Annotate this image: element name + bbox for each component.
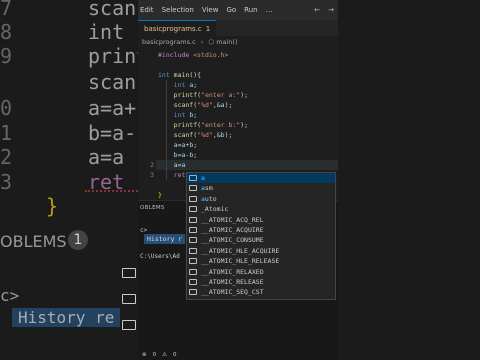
bg-history-pill: History re: [12, 308, 121, 327]
error-count: 0: [152, 352, 157, 358]
keyword-icon: [189, 206, 197, 213]
line-number: 2: [150, 161, 154, 169]
suggestion-label: __ATOMIC_HLE_RELEASE: [201, 257, 280, 266]
menu-bar: Edit Selection View Go Run … ← →: [138, 0, 338, 20]
terminal-icon[interactable]: [122, 320, 136, 330]
suggestion-item[interactable]: auto: [187, 194, 335, 204]
suggestion-item[interactable]: __ATOMIC_CONSUME: [187, 235, 335, 245]
tab-label: basicprograms.c: [144, 25, 202, 33]
code-line: b=a-b;: [173, 151, 198, 159]
variable-icon: [189, 175, 197, 181]
bg-problems-badge: 1: [68, 230, 88, 250]
code-line: a=a+b;: [173, 141, 198, 149]
constant-icon: [189, 237, 197, 244]
editor-tabs: basicprograms.c 1: [138, 20, 338, 36]
breadcrumb-symbol[interactable]: main(): [216, 38, 237, 46]
code-line: scanf("%d",&a);: [173, 101, 233, 109]
warning-icon[interactable]: ⚠: [162, 352, 167, 358]
terminal-path: C:\Users\Ad: [140, 253, 180, 260]
suggestion-label: __ATOMIC_HLE_ACQUIRE: [201, 246, 280, 255]
error-icon[interactable]: ⊗: [142, 352, 147, 358]
suggestion-item[interactable]: __ATOMIC_SEQ_CST: [187, 287, 335, 297]
constant-icon: [189, 289, 197, 296]
terminal-icon[interactable]: [122, 294, 136, 304]
line-number: 3: [150, 171, 154, 179]
suggestion-label: __ATOMIC_ACQUIRE: [201, 225, 264, 234]
constant-icon: [189, 247, 197, 254]
suggestion-item[interactable]: __ATOMIC_HLE_RELEASE: [187, 256, 335, 266]
warning-count: 0: [173, 352, 177, 358]
suggestion-label: __ATOMIC_CONSUME: [201, 236, 264, 245]
menu-selection[interactable]: Selection: [162, 6, 194, 14]
suggestion-item[interactable]: __ATOMIC_HLE_ACQUIRE: [187, 246, 335, 256]
tab-basicprograms[interactable]: basicprograms.c 1: [138, 20, 217, 36]
bg-line-number: 7: [0, 0, 13, 20]
bg-code-line: a=a: [88, 145, 125, 169]
history-button[interactable]: History r: [144, 234, 186, 244]
suggestion-item[interactable]: __ATOMIC_ACQUIRE: [187, 225, 335, 235]
code-line: int b;: [173, 111, 198, 119]
constant-icon: [189, 278, 197, 285]
code-line: }: [158, 191, 162, 199]
forward-arrow-icon[interactable]: →: [328, 6, 334, 14]
bg-line-number: 9: [0, 44, 13, 68]
code-line: #include <stdio.h>: [158, 51, 229, 59]
bg-code-line: }: [46, 194, 59, 218]
constant-icon: [189, 268, 197, 275]
constant-icon: [189, 216, 197, 223]
suggestion-item[interactable]: _Atomic: [187, 204, 335, 214]
status-bar: ⊗ 0 ⚠ 0: [138, 350, 338, 360]
bg-problems-label: OBLEMS: [0, 232, 67, 251]
bg-line-number: 2: [0, 145, 13, 169]
bg-line-number: 0: [0, 96, 13, 120]
code-line: a=a: [173, 161, 186, 169]
suggestion-item[interactable]: __ATOMIC_ACQ_REL: [187, 215, 335, 225]
code-line: scanf("%d",&b);: [173, 131, 233, 139]
bg-line-number: 8: [0, 20, 13, 44]
bg-terminal-prompt: c>: [0, 286, 20, 305]
suggestion-label: uto: [204, 194, 217, 203]
constant-icon: [189, 258, 197, 265]
keyword-icon: [189, 185, 197, 192]
keyword-icon: [189, 195, 197, 202]
nav-arrows: ← →: [314, 6, 338, 14]
suggestion-label: sm: [204, 184, 213, 193]
suggestion-label: __ATOMIC_SEQ_CST: [201, 288, 264, 297]
menu-run[interactable]: Run: [244, 6, 257, 14]
suggestion-label: __ATOMIC_ACQ_REL: [201, 215, 264, 224]
bg-line-number: 1: [0, 121, 13, 145]
code-line: printf("enter a:");: [173, 91, 249, 99]
code-line: int main(){: [158, 71, 202, 79]
suggestion-label: __ATOMIC_RELAXED: [201, 267, 264, 276]
code-line: int a;: [173, 81, 198, 89]
menu-edit[interactable]: Edit: [140, 6, 154, 14]
menu-view[interactable]: View: [202, 6, 219, 14]
suggestion-match: a: [201, 174, 205, 182]
suggestion-widget: a asm auto _Atomic __ATOMIC_ACQ_REL __ATOMIC_…: [186, 172, 336, 300]
suggestion-item[interactable]: a: [187, 173, 335, 184]
code-line: printf("enter b:");: [173, 121, 249, 129]
terminal-icon[interactable]: [122, 268, 136, 278]
panel-title[interactable]: OBLEMS: [140, 205, 165, 211]
menu-go[interactable]: Go: [226, 6, 236, 14]
suggestion-item[interactable]: asm: [187, 183, 335, 193]
code-line: ret: [173, 171, 186, 179]
suggestion-item[interactable]: __ATOMIC_RELAXED: [187, 267, 335, 277]
suggestion-label: _Atomic: [201, 205, 229, 214]
cube-icon: ⬡: [208, 38, 215, 46]
chevron-right-icon: ›: [200, 38, 204, 46]
breadcrumb: basicprograms.c › ⬡ main(): [138, 38, 338, 50]
suggestion-label: __ATOMIC_RELEASE: [201, 277, 264, 286]
constant-icon: [189, 226, 197, 233]
tab-modified-count: 1: [205, 25, 211, 33]
bg-line-number: 3: [0, 170, 13, 194]
breadcrumb-file[interactable]: basicprograms.c: [142, 38, 196, 46]
terminal-prompt: c>: [140, 227, 148, 234]
menu-more[interactable]: …: [266, 6, 273, 14]
back-arrow-icon[interactable]: ←: [314, 6, 320, 14]
suggestion-item[interactable]: __ATOMIC_RELEASE: [187, 277, 335, 287]
